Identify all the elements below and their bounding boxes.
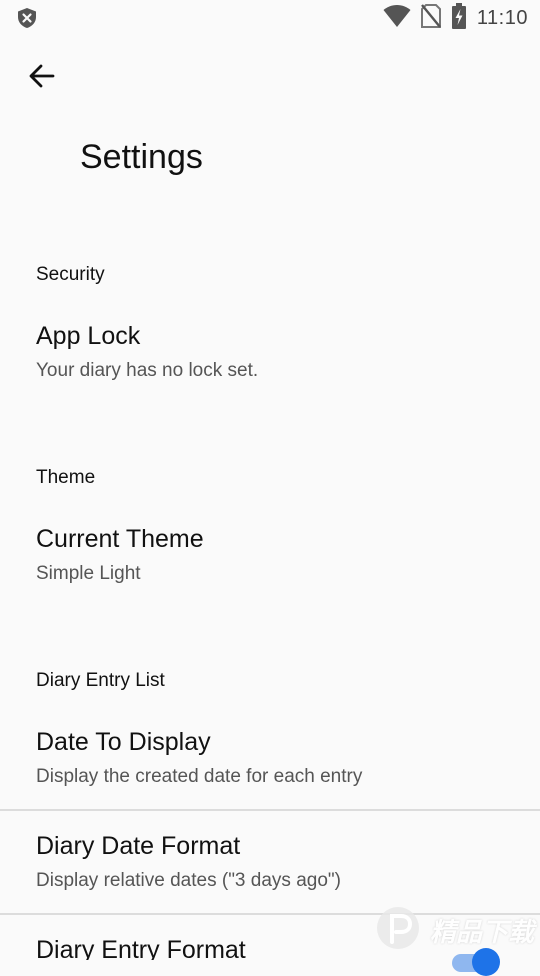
watermark: 精品下载	[376, 898, 540, 960]
pref-summary: Simple Light	[36, 563, 141, 584]
pref-summary: Display the created date for each entry	[36, 766, 363, 787]
status-icons: 11:10	[383, 2, 528, 34]
watermark-text: 精品下载	[430, 918, 535, 948]
pref-title: Date To Display	[36, 728, 211, 756]
pref-date-to-display[interactable]: Date To Display Display the created date…	[0, 712, 540, 809]
no-sim-icon	[420, 3, 441, 33]
pref-summary: Your diary has no lock set.	[36, 360, 259, 381]
wifi-icon	[383, 4, 411, 33]
status-bar: 11:10	[0, 0, 540, 36]
pref-title: Diary Date Format	[36, 832, 241, 860]
pref-current-theme[interactable]: Current Theme Simple Light	[0, 509, 540, 609]
battery-charging-icon	[451, 2, 467, 34]
pref-title: App Lock	[36, 322, 141, 350]
section-header-security: Security	[36, 264, 105, 285]
status-time: 11:10	[476, 6, 528, 29]
arrow-back-icon	[28, 62, 56, 95]
section-header-theme: Theme	[36, 467, 96, 488]
divider	[0, 809, 540, 811]
pref-title: Diary Entry Format	[36, 936, 246, 960]
pref-summary: Display relative dates ("3 days ago")	[36, 870, 341, 891]
pref-title: Current Theme	[36, 525, 204, 553]
page-title: Settings	[80, 138, 203, 176]
shield-icon	[16, 7, 38, 29]
section-header-diary-entry-list: Diary Entry List	[36, 670, 165, 691]
back-button[interactable]	[22, 58, 62, 98]
pref-app-lock[interactable]: App Lock Your diary has no lock set.	[0, 306, 540, 406]
